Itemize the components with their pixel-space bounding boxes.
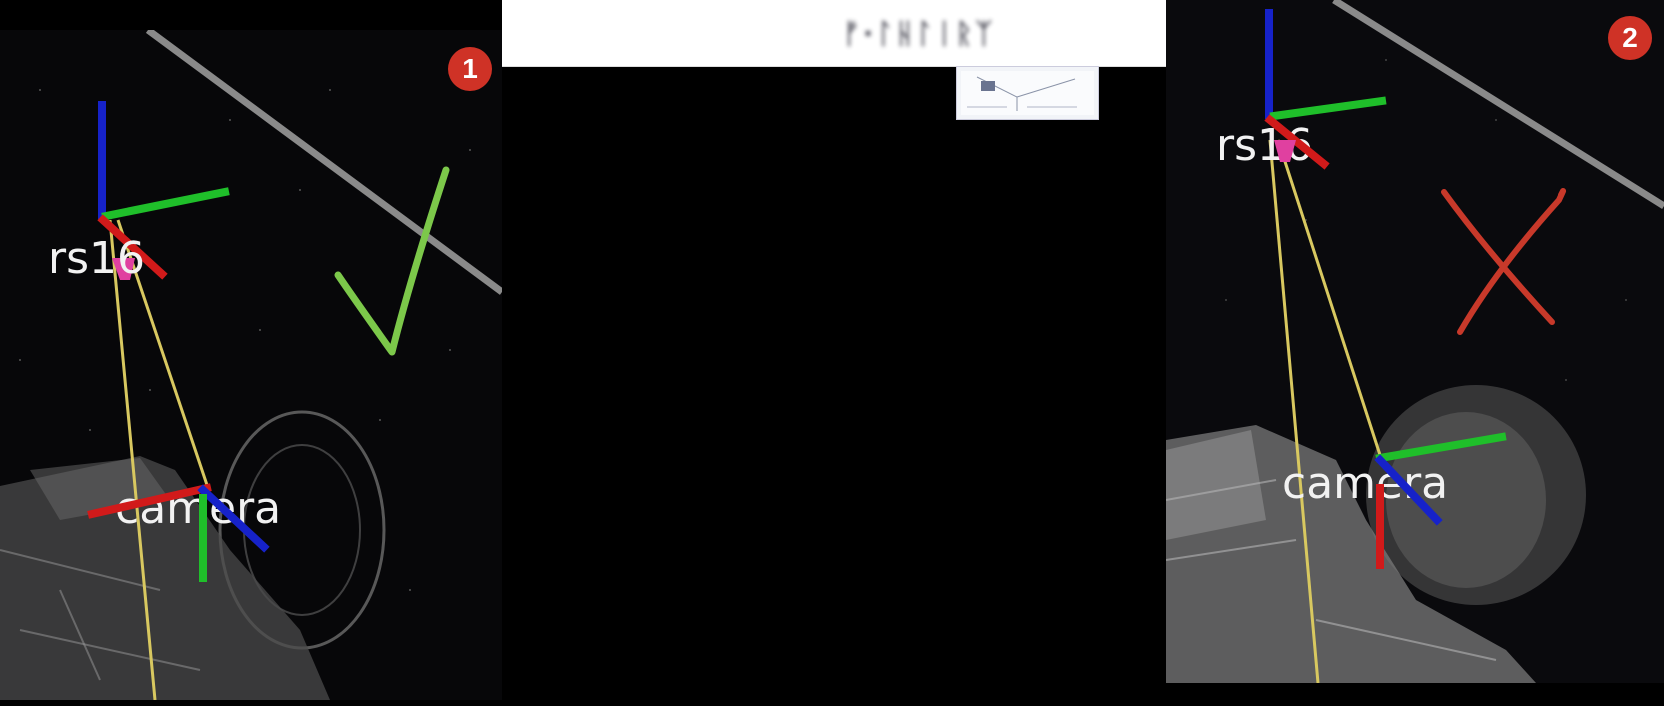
- rviz-view-2[interactable]: rs16 camera 2: [1166, 0, 1664, 683]
- window-title: ᚠ·ᛚᚺᛚᛁᚱᛉ: [843, 16, 996, 50]
- sensor-mesh-model: [0, 410, 386, 700]
- rviz-scene-2: rs16 camera: [1166, 0, 1664, 683]
- star-field: [1225, 59, 1627, 381]
- panel-number-badge-1: 1: [448, 47, 492, 91]
- rviz-view-1[interactable]: rs16 camera 1: [0, 30, 502, 700]
- rviz-scene-1: rs16 camera: [0, 30, 502, 700]
- panel-number-badge-2: 2: [1608, 16, 1652, 60]
- thumbnail-preview[interactable]: [956, 66, 1099, 120]
- top-toolbar: [502, 0, 1166, 67]
- rs16-frame-label: rs16: [48, 233, 145, 284]
- check-icon: [334, 166, 450, 356]
- thumbnail-diagram: [961, 71, 1094, 115]
- cross-icon: [1441, 188, 1567, 335]
